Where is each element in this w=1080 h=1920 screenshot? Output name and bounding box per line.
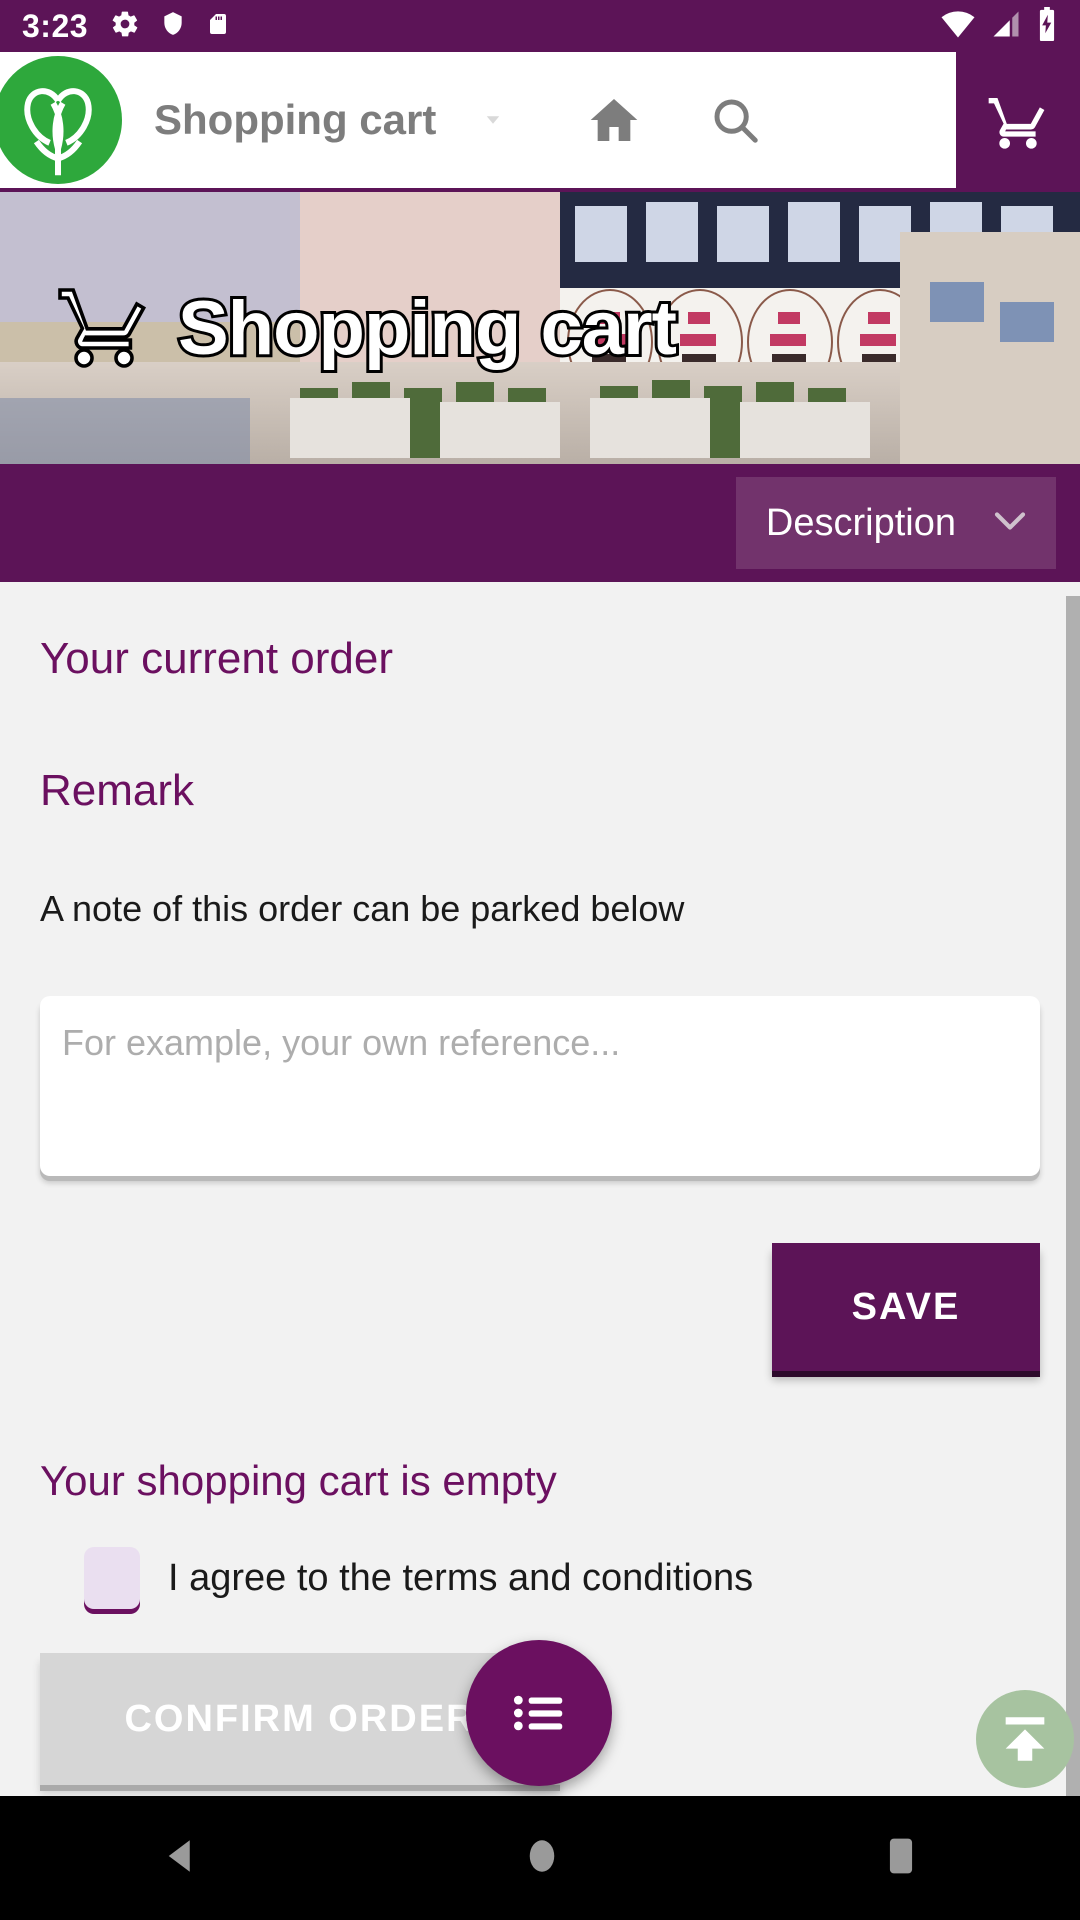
remark-description: A note of this order can be parked below [40, 888, 685, 929]
current-order-heading: Your current order [40, 634, 394, 683]
status-bar: 3:23 [0, 0, 1080, 52]
chevron-down-icon [990, 508, 1030, 539]
status-bar-left-icons [110, 9, 230, 44]
hero-overlay: Shopping cart [0, 192, 1080, 464]
recents-square-icon[interactable] [882, 1834, 920, 1883]
wifi-icon [940, 9, 976, 44]
chevron-down-icon[interactable] [470, 105, 516, 135]
description-bar: Description [0, 464, 1080, 582]
search-icon[interactable] [708, 93, 762, 147]
home-icon[interactable] [586, 92, 642, 148]
hero-title: Shopping cart [175, 283, 680, 374]
terms-row: I agree to the terms and conditions [40, 1547, 1040, 1609]
cart-empty-message: Your shopping cart is empty [40, 1457, 557, 1504]
status-bar-clock: 3:23 [22, 7, 89, 44]
android-nav-bar [0, 1796, 1080, 1920]
shield-icon [160, 9, 186, 44]
terms-label: I agree to the terms and conditions [168, 1556, 754, 1599]
list-menu-fab[interactable] [466, 1640, 612, 1786]
sd-card-icon [206, 9, 230, 44]
page-title: Shopping cart [154, 96, 437, 143]
terms-checkbox[interactable] [84, 1547, 140, 1609]
remark-input[interactable] [40, 996, 1040, 1176]
battery-charging-icon [1036, 6, 1058, 46]
home-circle-icon[interactable] [521, 1835, 563, 1882]
back-triangle-icon[interactable] [160, 1835, 202, 1882]
status-bar-right-icons [940, 6, 1058, 46]
gear-icon [110, 9, 140, 44]
page-scrollbar[interactable] [1066, 596, 1080, 1796]
app-bar-content: Shopping cart [0, 52, 956, 192]
description-dropdown[interactable]: Description [735, 477, 1056, 569]
save-row: SAVE [40, 1243, 1040, 1371]
app-bar: Shopping cart [0, 52, 1080, 192]
description-label: Description [765, 501, 956, 544]
save-button[interactable]: SAVE [772, 1243, 1040, 1371]
tulip-logo[interactable] [0, 56, 122, 184]
scroll-to-top-button[interactable] [976, 1690, 1074, 1788]
shopping-cart-icon[interactable] [956, 52, 1080, 192]
remark-heading: Remark [40, 766, 195, 815]
hero-banner: Shopping cart [0, 192, 1080, 464]
signal-icon [990, 9, 1022, 44]
shopping-cart-icon [56, 278, 152, 379]
